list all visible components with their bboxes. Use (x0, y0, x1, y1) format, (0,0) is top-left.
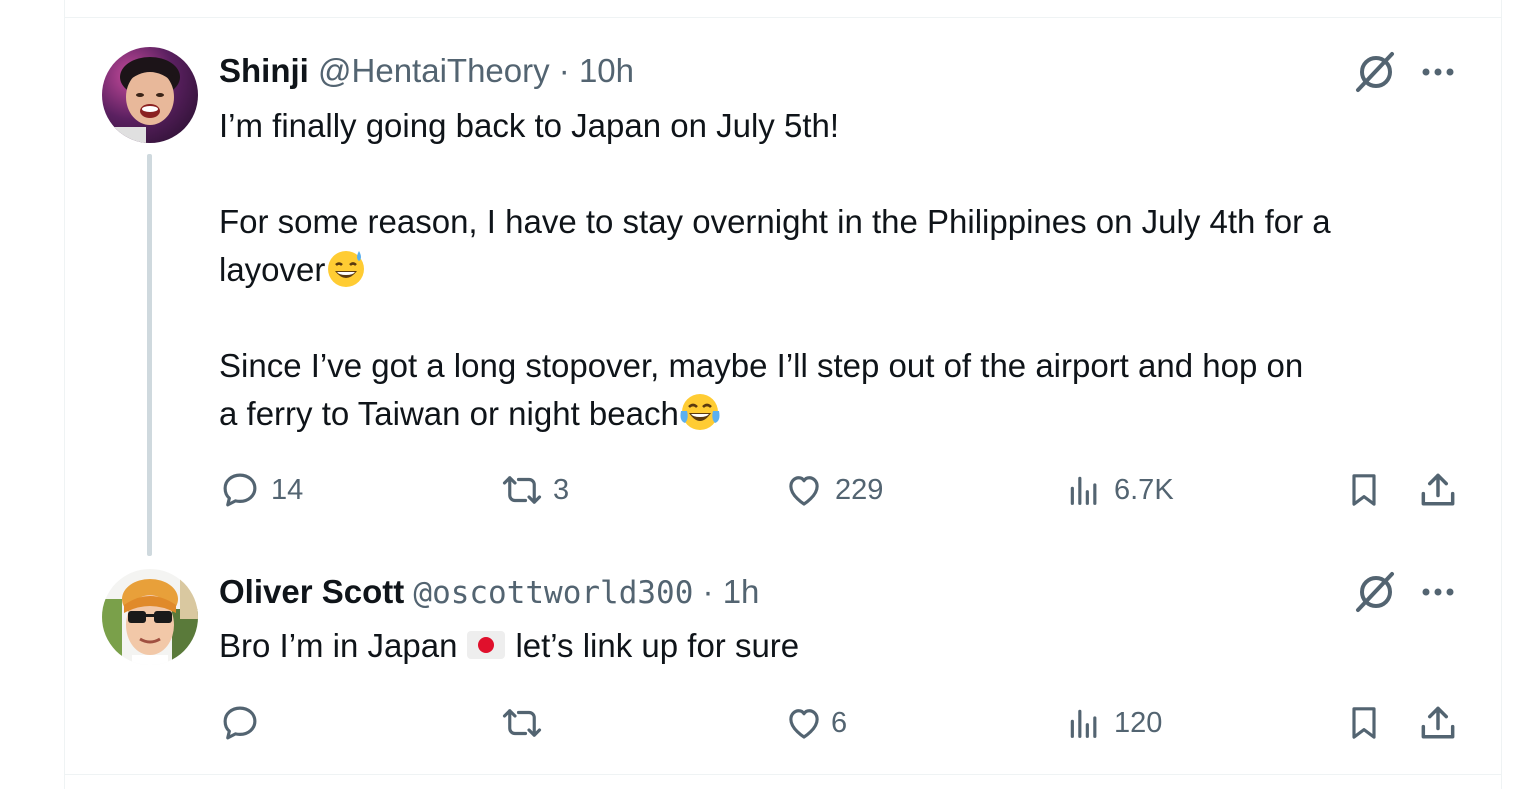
tweet-text-line: Since I’ve got a long stopover, maybe I’… (219, 347, 1304, 384)
share-icon (1416, 701, 1460, 745)
more-icon[interactable] (1418, 50, 1458, 99)
tweet-header: Oliver Scott @oscottworld300 · 1h (219, 572, 759, 613)
repost-icon (497, 702, 547, 744)
reply-count: 14 (271, 473, 304, 506)
bookmark-icon (1344, 468, 1384, 512)
views-button[interactable]: 6.7K (1064, 468, 1174, 512)
grok-icon[interactable] (1352, 570, 1400, 619)
grok-icon[interactable] (1352, 50, 1400, 99)
divider (65, 17, 1501, 18)
reply-icon (219, 702, 261, 744)
handle[interactable]: @oscottworld300 (413, 575, 693, 611)
tears-of-joy-emoji-icon (679, 391, 721, 433)
thread-line (147, 154, 152, 556)
repost-count: 3 (553, 473, 570, 506)
tweet-text-line: a ferry to Taiwan or night beach (219, 390, 1469, 438)
like-button[interactable]: 6 (783, 701, 847, 745)
tweet-text-fragment: a ferry to Taiwan or night beach (219, 395, 679, 432)
bookmark-button[interactable] (1344, 701, 1384, 745)
heart-icon (783, 469, 825, 511)
separator: · (549, 52, 579, 89)
reply-icon (219, 469, 261, 511)
timestamp[interactable]: 1h (723, 573, 760, 610)
display-name[interactable]: Oliver Scott (219, 573, 404, 610)
sweat-smile-emoji-icon (325, 247, 367, 289)
views-icon (1064, 469, 1104, 511)
share-button[interactable] (1416, 701, 1460, 745)
bookmark-button[interactable] (1344, 468, 1384, 512)
views-button[interactable]: 120 (1064, 701, 1162, 745)
more-icon[interactable] (1418, 570, 1458, 619)
tweet-text: Bro I’m in Japan let’s link up for sure (219, 622, 1469, 670)
repost-button[interactable] (497, 701, 553, 745)
like-count: 6 (831, 706, 848, 739)
reply-button[interactable]: 14 (219, 468, 303, 512)
views-icon (1064, 702, 1104, 744)
views-count: 6.7K (1114, 473, 1174, 506)
views-count: 120 (1114, 706, 1163, 739)
timestamp[interactable]: 10h (579, 52, 634, 89)
repost-button[interactable]: 3 (497, 468, 569, 512)
share-icon (1416, 468, 1460, 512)
like-count: 229 (835, 473, 884, 506)
heart-icon (783, 702, 825, 744)
tweet-text-fragment: layover (219, 251, 326, 288)
tweet-text-fragment: Bro I’m in Japan (219, 627, 458, 664)
share-button[interactable] (1416, 468, 1460, 512)
tweet-text-fragment: let’s link up for sure (515, 627, 800, 664)
repost-icon (497, 469, 547, 511)
tweet-text-line: For some reason, I have to stay overnigh… (219, 203, 1331, 240)
divider (65, 774, 1501, 775)
avatar[interactable] (102, 569, 198, 665)
display-name[interactable]: Shinji (219, 52, 309, 89)
avatar[interactable] (102, 47, 198, 143)
tweet-text: I’m finally going back to Japan on July … (219, 102, 1469, 438)
tweet-top-actions (1352, 50, 1462, 94)
tweet-header: Shinji @HentaiTheory · 10h (219, 51, 634, 91)
handle[interactable]: @HentaiTheory (318, 52, 550, 89)
japan-flag-icon (467, 631, 506, 659)
tweet-text-line: I’m finally going back to Japan on July … (219, 107, 840, 144)
reply-button[interactable] (219, 701, 271, 745)
like-button[interactable]: 229 (783, 468, 883, 512)
tweet-text-line: layover (219, 246, 1469, 294)
tweet-text-line: Bro I’m in Japan let’s link up for sure (219, 622, 1469, 670)
tweet-top-actions (1352, 570, 1462, 614)
separator: · (693, 573, 723, 610)
bookmark-icon (1344, 701, 1384, 745)
